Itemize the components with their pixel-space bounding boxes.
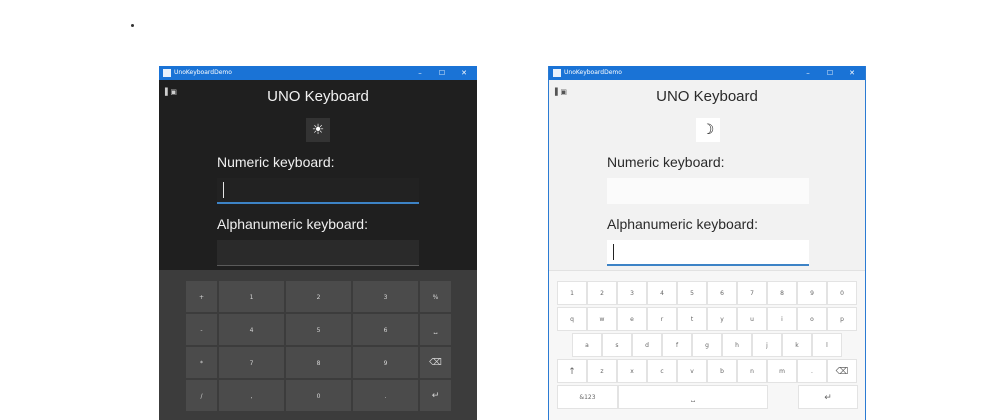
title-bar: UnoKeyboardDemo – ☐ ✕ <box>549 66 865 80</box>
maximize-button[interactable]: ☐ <box>819 66 841 80</box>
key[interactable]: h <box>722 333 752 357</box>
key[interactable]: , <box>218 379 285 412</box>
backspace-icon[interactable]: ⌫ <box>827 359 857 383</box>
key[interactable]: j <box>752 333 782 357</box>
key[interactable]: i <box>767 307 797 331</box>
alphanumeric-keyboard-label: Alphanumeric keyboard: <box>217 216 368 232</box>
key[interactable]: 5 <box>677 281 707 305</box>
key[interactable]: z <box>587 359 617 383</box>
numeric-input[interactable] <box>607 178 809 204</box>
key[interactable]: d <box>632 333 662 357</box>
key[interactable]: 4 <box>218 313 285 346</box>
key[interactable]: 8 <box>285 346 352 379</box>
key[interactable]: v <box>677 359 707 383</box>
key[interactable]: 8 <box>767 281 797 305</box>
key[interactable]: f <box>662 333 692 357</box>
enter-icon[interactable]: ↵ <box>419 379 452 412</box>
key[interactable]: 7 <box>737 281 767 305</box>
key[interactable]: 1 <box>557 281 587 305</box>
key[interactable]: 6 <box>707 281 737 305</box>
key[interactable]: &123 <box>557 385 618 409</box>
app-icon <box>163 69 171 77</box>
page-title: UNO Keyboard <box>656 88 758 105</box>
stray-dot <box>131 24 134 27</box>
dark-theme-window: UnoKeyboardDemo – ☐ ✕ ▌▣ UNO Keyboard ☀ … <box>159 66 477 420</box>
key[interactable]: 4 <box>647 281 677 305</box>
key[interactable]: l <box>812 333 842 357</box>
alphanumeric-keyboard: 1 2 3 4 5 6 7 8 9 0 q w e r t y u i o p a s d f g h j k l ↑ z x c v b n m. ⌫ &… <box>549 270 865 420</box>
sun-icon[interactable]: ☀ <box>306 118 330 142</box>
key[interactable]: r <box>647 307 677 331</box>
key[interactable]: a <box>572 333 602 357</box>
text-caret <box>613 244 614 260</box>
numeric-keyboard: +1 2 3% -4 5 6 ⎵ * 7 8 9 ⌫ /, 0. ↵ <box>159 270 477 420</box>
light-theme-window: UnoKeyboardDemo – ☐ ✕ ▌▣ UNO Keyboard ☽ … <box>548 66 866 420</box>
key[interactable]: 2 <box>587 281 617 305</box>
key[interactable]: t <box>677 307 707 331</box>
window-title: UnoKeyboardDemo <box>564 69 622 76</box>
alphanumeric-input[interactable] <box>217 240 419 266</box>
enter-icon[interactable]: ↵ <box>798 385 858 409</box>
numeric-input[interactable] <box>217 178 419 204</box>
key[interactable]: c <box>647 359 677 383</box>
close-button[interactable]: ✕ <box>841 66 863 80</box>
key[interactable]: m <box>767 359 797 383</box>
key[interactable]: e <box>617 307 647 331</box>
key[interactable]: s <box>602 333 632 357</box>
moon-icon[interactable]: ☽ <box>696 118 720 142</box>
text-caret <box>223 182 224 198</box>
maximize-button[interactable]: ☐ <box>431 66 453 80</box>
backspace-icon[interactable]: ⌫ <box>419 346 452 379</box>
key[interactable]: 7 <box>218 346 285 379</box>
title-bar: UnoKeyboardDemo – ☐ ✕ <box>159 66 477 80</box>
window-title: UnoKeyboardDemo <box>174 69 232 76</box>
app-icon <box>553 69 561 77</box>
key[interactable]: + <box>185 280 218 313</box>
numeric-keyboard-label: Numeric keyboard: <box>607 154 725 170</box>
key[interactable]: u <box>737 307 767 331</box>
alphanumeric-input[interactable] <box>607 240 809 266</box>
key[interactable]: . <box>352 379 419 412</box>
key[interactable]: 9 <box>352 346 419 379</box>
key[interactable]: q <box>557 307 587 331</box>
key[interactable]: * <box>185 346 218 379</box>
key[interactable]: k <box>782 333 812 357</box>
shift-icon[interactable]: ↑ <box>557 359 587 383</box>
minimize-button[interactable]: – <box>409 66 431 80</box>
key[interactable]: 0 <box>827 281 857 305</box>
key[interactable]: b <box>707 359 737 383</box>
close-button[interactable]: ✕ <box>453 66 475 80</box>
key[interactable]: 0 <box>285 379 352 412</box>
minimize-button[interactable]: – <box>797 66 819 80</box>
key[interactable]: % <box>419 280 452 313</box>
key[interactable]: 6 <box>352 313 419 346</box>
key[interactable]: g <box>692 333 722 357</box>
key[interactable]: - <box>185 313 218 346</box>
key[interactable]: w <box>587 307 617 331</box>
key[interactable]: 3 <box>352 280 419 313</box>
key[interactable]: 1 <box>218 280 285 313</box>
key[interactable]: n <box>737 359 767 383</box>
key[interactable]: / <box>185 379 218 412</box>
alphanumeric-keyboard-label: Alphanumeric keyboard: <box>607 216 758 232</box>
key[interactable]: o <box>797 307 827 331</box>
key[interactable]: x <box>617 359 647 383</box>
key[interactable]: 9 <box>797 281 827 305</box>
space-key[interactable]: ⎵ <box>618 385 768 409</box>
key[interactable]: y <box>707 307 737 331</box>
key[interactable]: 3 <box>617 281 647 305</box>
key[interactable]: 2 <box>285 280 352 313</box>
page-title: UNO Keyboard <box>267 88 369 105</box>
key[interactable]: . <box>797 359 827 383</box>
key[interactable]: p <box>827 307 857 331</box>
numeric-keyboard-label: Numeric keyboard: <box>217 154 335 170</box>
key[interactable]: 5 <box>285 313 352 346</box>
space-key[interactable]: ⎵ <box>419 313 452 346</box>
